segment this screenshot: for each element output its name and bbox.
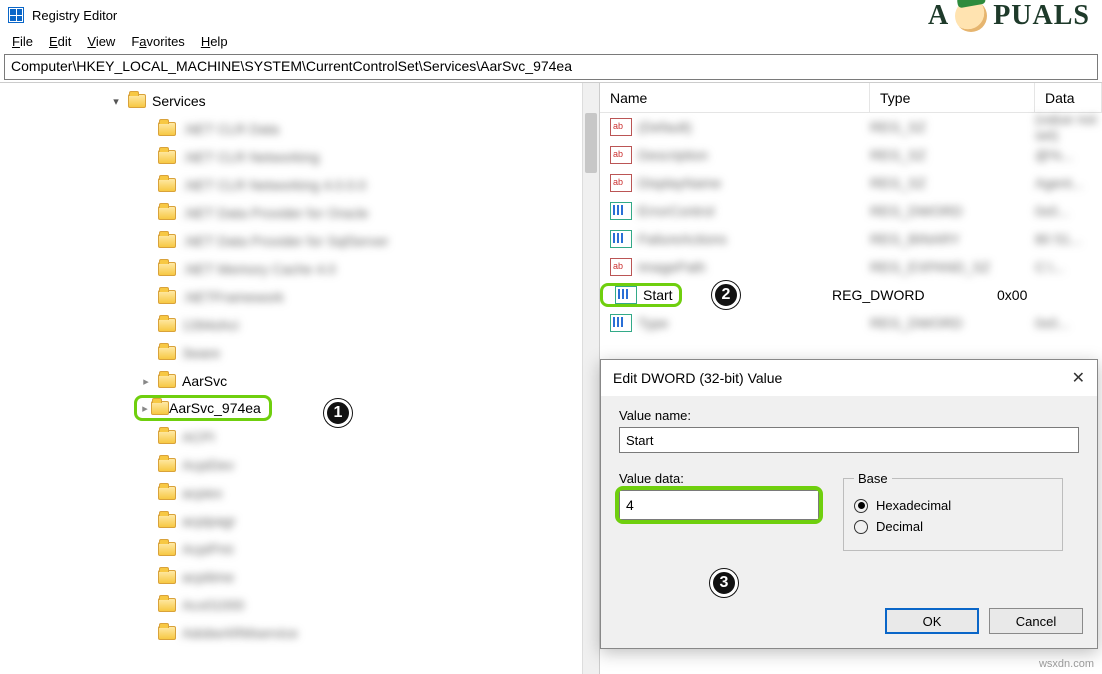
dialog-titlebar: Edit DWORD (32-bit) Value ✕: [601, 360, 1097, 396]
annotation-3: 3: [710, 569, 738, 597]
tree-panel: Services.NET CLR Data.NET CLR Networking…: [0, 83, 600, 674]
regedit-app-icon: [8, 7, 24, 23]
value-row-description[interactable]: DescriptionREG_SZ@%...: [600, 141, 1102, 169]
chevron-right-icon[interactable]: [139, 402, 151, 415]
tree-node-acpiex[interactable]: acpiex: [0, 479, 599, 507]
folder-icon: [158, 206, 176, 220]
folder-icon: [128, 94, 146, 108]
folder-icon: [158, 346, 176, 360]
titlebar: Registry Editor: [0, 0, 1102, 30]
dialog-title: Edit DWORD (32-bit) Value: [613, 370, 782, 386]
reg-string-icon: [610, 174, 632, 192]
folder-icon: [158, 290, 176, 304]
tree-node-aarsvc[interactable]: AarSvc: [0, 367, 599, 395]
tree-scrollbar[interactable]: [582, 83, 599, 674]
folder-icon: [151, 401, 169, 415]
folder-icon: [158, 626, 176, 640]
folder-icon: [158, 598, 176, 612]
menu-favorites[interactable]: Favorites: [125, 32, 190, 51]
close-icon[interactable]: ✕: [1072, 368, 1085, 388]
radio-decimal[interactable]: Decimal: [854, 519, 1052, 534]
menu-edit[interactable]: Edit: [43, 32, 77, 51]
folder-icon: [158, 178, 176, 192]
main-area: Services.NET CLR Data.NET CLR Networking…: [0, 82, 1102, 674]
address-bar[interactable]: Computer\HKEY_LOCAL_MACHINE\SYSTEM\Curre…: [4, 54, 1098, 80]
reg-dword-icon: [610, 202, 632, 220]
folder-icon: [158, 486, 176, 500]
chevron-right-icon[interactable]: [140, 375, 152, 388]
reg-dword-icon: [610, 230, 632, 248]
folder-icon: [158, 374, 176, 388]
window-title: Registry Editor: [32, 8, 117, 23]
menubar: File Edit View Favorites Help: [0, 30, 1102, 52]
column-name[interactable]: Name: [600, 83, 870, 112]
cancel-button[interactable]: Cancel: [989, 608, 1083, 634]
tree-node--net-data-provider-for-sqlserver[interactable]: .NET Data Provider for SqlServer: [0, 227, 599, 255]
folder-icon: [158, 570, 176, 584]
value-name-label: Value name:: [619, 408, 1079, 423]
tree-node--net-data-provider-for-oracle[interactable]: .NET Data Provider for Oracle: [0, 199, 599, 227]
values-header: Name Type Data: [600, 83, 1102, 113]
reg-string-icon: [610, 118, 632, 136]
value-name-field[interactable]: [619, 427, 1079, 453]
folder-icon: [158, 542, 176, 556]
tree-node--netframework[interactable]: .NETFramework: [0, 283, 599, 311]
chevron-down-icon[interactable]: [110, 95, 122, 108]
ok-button[interactable]: OK: [885, 608, 979, 634]
value-row-type[interactable]: TypeREG_DWORD0x0...: [600, 309, 1102, 337]
folder-icon: [158, 458, 176, 472]
annotation-1: 1: [324, 399, 352, 427]
edit-dword-dialog: Edit DWORD (32-bit) Value ✕ Value name: …: [600, 359, 1098, 649]
radio-hexadecimal[interactable]: Hexadecimal: [854, 498, 1052, 513]
tree-node-services[interactable]: Services: [0, 87, 599, 115]
tree-node-aarsvc-974ea[interactable]: AarSvc_974ea: [0, 395, 599, 423]
tree-node-acpipagr[interactable]: acpipagr: [0, 507, 599, 535]
value-row-errorcontrol[interactable]: ErrorControlREG_DWORD0x0...: [600, 197, 1102, 225]
tree-node-acpi[interactable]: ACPI: [0, 423, 599, 451]
annotation-2: 2: [712, 281, 740, 309]
menu-help[interactable]: Help: [195, 32, 234, 51]
column-type[interactable]: Type: [870, 83, 1035, 112]
tree-node--net-memory-cache-4-0[interactable]: .NET Memory Cache 4.0: [0, 255, 599, 283]
tree-node-adobearmservice[interactable]: AdobeARMservice: [0, 619, 599, 647]
value-row-failureactions[interactable]: FailureActionsREG_BINARY80 51...: [600, 225, 1102, 253]
value-data-field[interactable]: [619, 490, 819, 520]
reg-string-icon: [610, 258, 632, 276]
folder-icon: [158, 318, 176, 332]
folder-icon: [158, 234, 176, 248]
scrollbar-thumb[interactable]: [585, 113, 597, 173]
value-row-start[interactable]: StartREG_DWORD0x00: [600, 281, 1102, 309]
tree-node--net-clr-networking[interactable]: .NET CLR Networking: [0, 143, 599, 171]
base-group: Base Hexadecimal Decimal: [843, 471, 1063, 551]
folder-icon: [158, 262, 176, 276]
tree-node--net-clr-data[interactable]: .NET CLR Data: [0, 115, 599, 143]
value-row-imagepath[interactable]: ImagePathREG_EXPAND_SZC:\...: [600, 253, 1102, 281]
base-label: Base: [854, 471, 892, 486]
folder-icon: [158, 150, 176, 164]
tree-node-acpidev[interactable]: AcpiDev: [0, 451, 599, 479]
tree-node-1394ohci[interactable]: 1394ohci: [0, 311, 599, 339]
folder-icon: [158, 514, 176, 528]
reg-string-icon: [610, 146, 632, 164]
menu-view[interactable]: View: [81, 32, 121, 51]
value-data-label: Value data:: [619, 471, 819, 486]
tree-node--net-clr-networking-4-0-0-0[interactable]: .NET CLR Networking 4.0.0.0: [0, 171, 599, 199]
tree-node-3ware[interactable]: 3ware: [0, 339, 599, 367]
column-data[interactable]: Data: [1035, 83, 1102, 112]
reg-dword-icon: [615, 286, 637, 304]
tree-node-acx01000[interactable]: Acx01000: [0, 591, 599, 619]
folder-icon: [158, 122, 176, 136]
value-row--default-[interactable]: (Default)REG_SZ(value not set): [600, 113, 1102, 141]
reg-dword-icon: [610, 314, 632, 332]
folder-icon: [158, 430, 176, 444]
value-row-displayname[interactable]: DisplayNameREG_SZAgent...: [600, 169, 1102, 197]
tree-node-acpipmi[interactable]: AcpiPmi: [0, 535, 599, 563]
menu-file[interactable]: File: [6, 32, 39, 51]
tree-node-acpitime[interactable]: acpitime: [0, 563, 599, 591]
